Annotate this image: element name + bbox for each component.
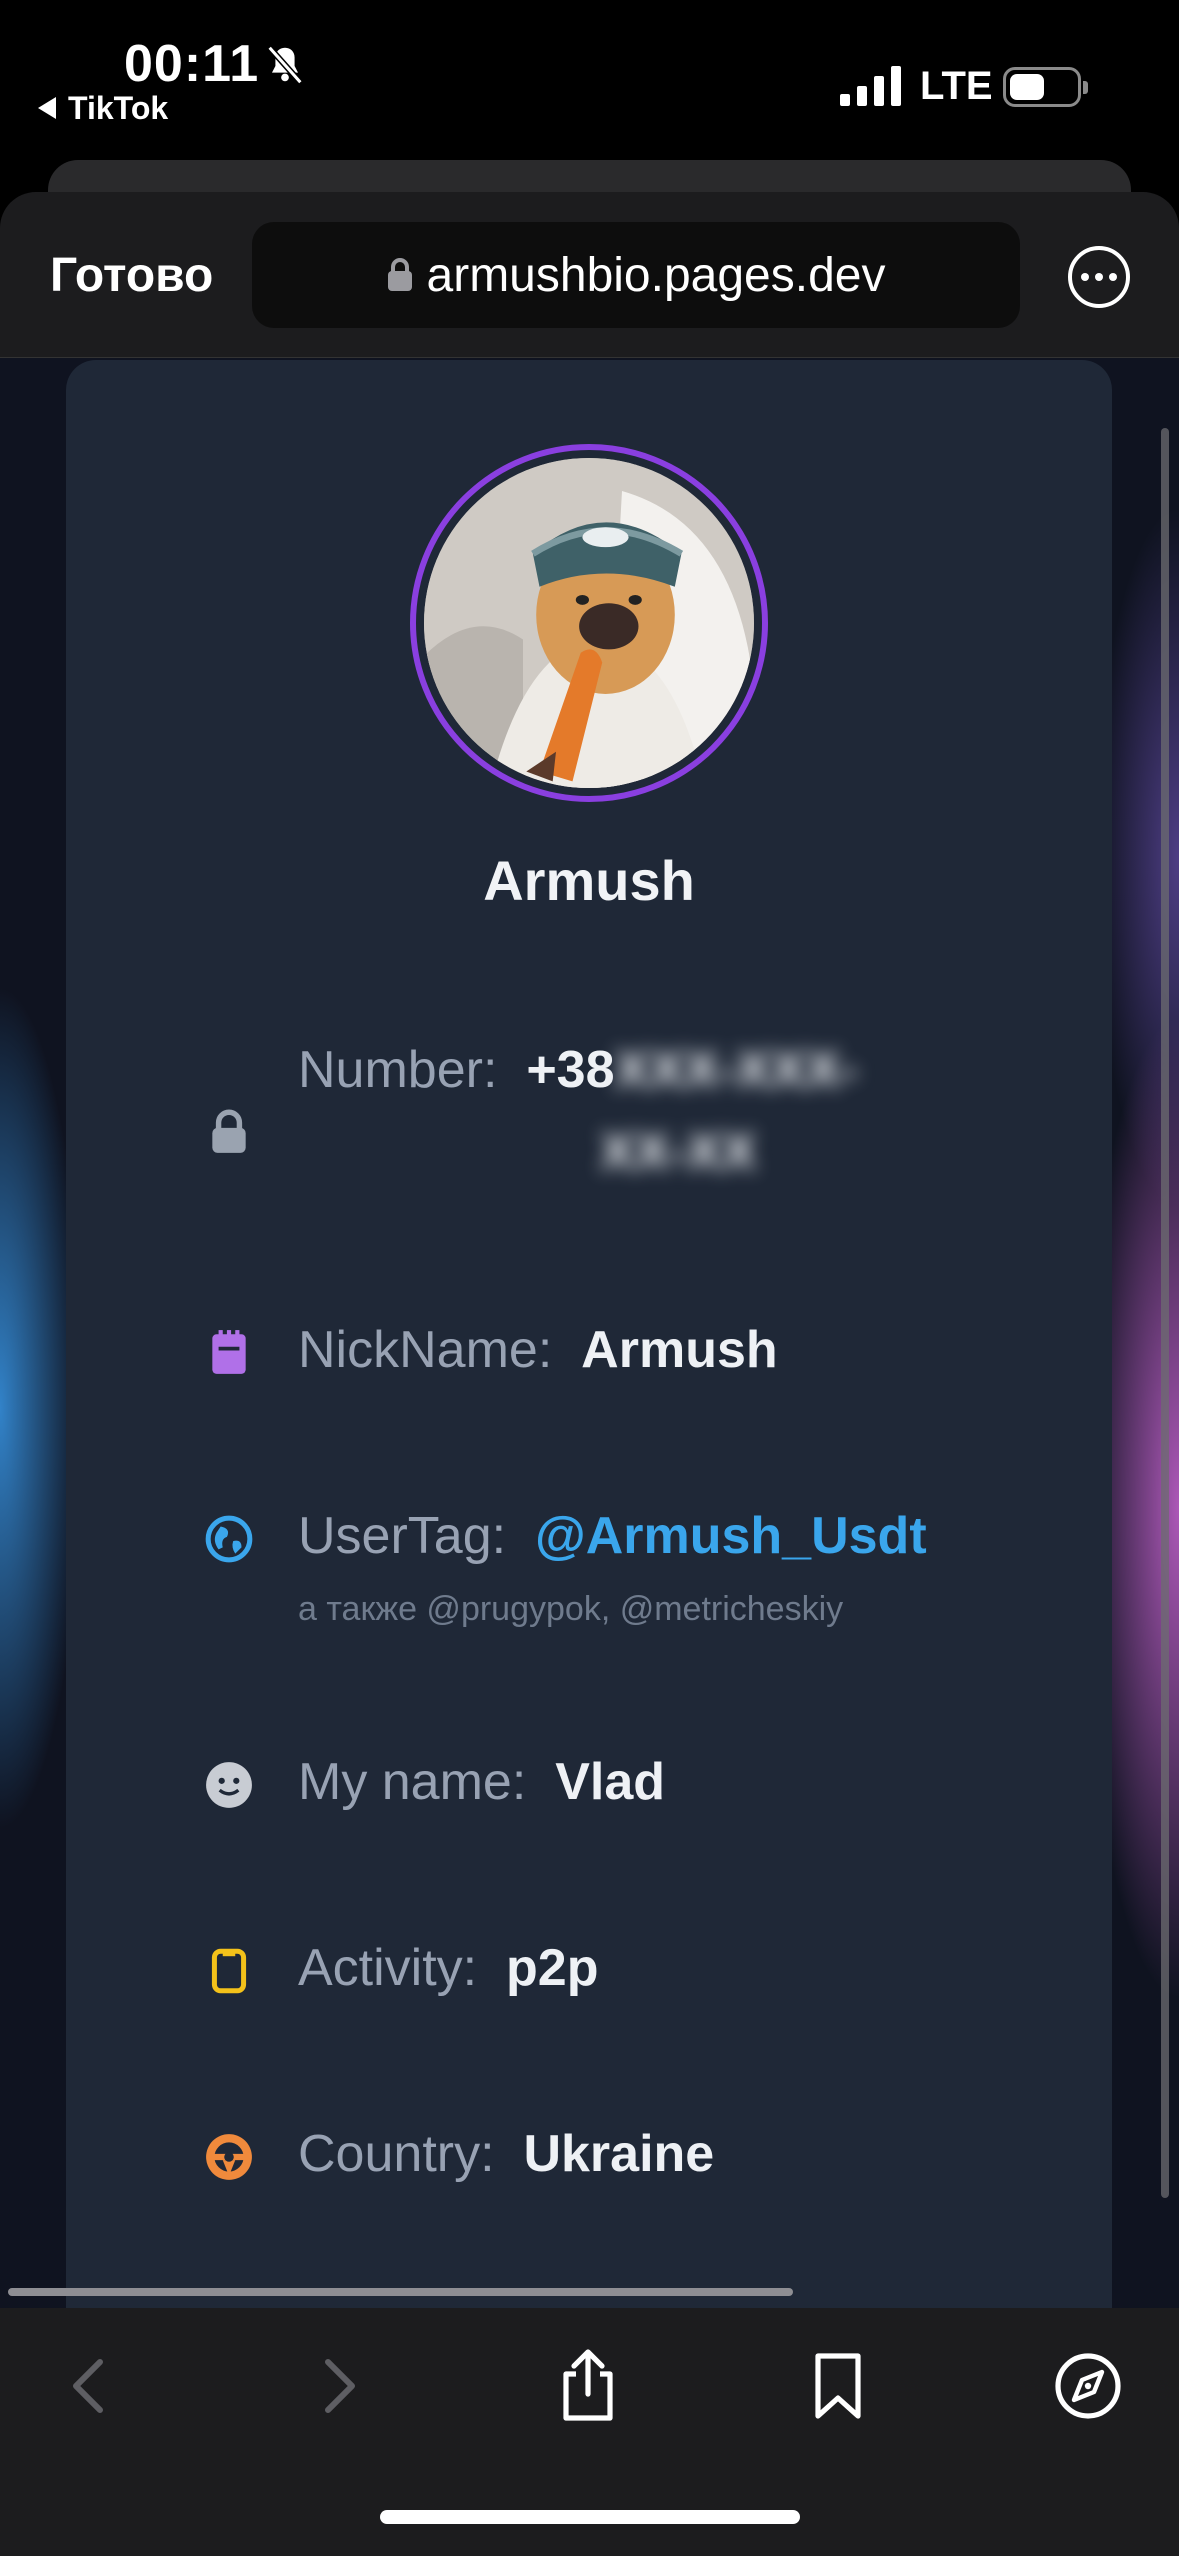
avatar-ring — [410, 444, 768, 802]
number-label: Number: +38XXX-XXX- — [298, 1040, 857, 1100]
myname-label: My name: Vlad — [298, 1752, 665, 1812]
nickname-value: Armush — [581, 1321, 778, 1379]
status-bar: 00:11 TikTok LTE — [0, 0, 1179, 170]
number-hidden-2: XX-XX — [600, 1123, 757, 1181]
number-hidden-line: XX-XX — [600, 1122, 756, 1182]
notepad-icon — [212, 1330, 246, 1374]
battery-icon — [1003, 67, 1088, 107]
usertag-key: UserTag: — [298, 1507, 507, 1565]
back-app-label: TikTok — [68, 90, 169, 126]
done-button[interactable]: Готово — [50, 248, 213, 303]
back-triangle-icon — [38, 97, 56, 119]
web-content: Armush Number: +38XXX-XXX- XX-XX NickNam… — [0, 358, 1179, 2308]
usertag-link[interactable]: @Armush_Usdt — [535, 1507, 927, 1565]
signal-icon — [840, 66, 901, 106]
back-to-app-link[interactable]: TikTok — [38, 90, 168, 127]
number-value: +38 — [526, 1041, 615, 1099]
avatar[interactable] — [424, 458, 754, 788]
activity-key: Activity: — [298, 1939, 478, 1997]
network-type: LTE — [920, 64, 993, 108]
bell-off-icon — [267, 45, 303, 85]
url-text: armushbio.pages.dev — [426, 248, 886, 302]
phone-icon — [211, 1948, 247, 1994]
myname-value: Vlad — [555, 1753, 666, 1811]
steering-wheel-icon — [206, 2134, 252, 2180]
smiley-icon — [206, 1762, 252, 1808]
compass-icon[interactable] — [1048, 2346, 1128, 2426]
activity-value: p2p — [506, 1939, 599, 1997]
home-indicator[interactable] — [380, 2510, 800, 2524]
number-key: Number: — [298, 1041, 498, 1099]
country-label: Country: Ukraine — [298, 2124, 714, 2184]
lock-icon — [212, 1109, 246, 1153]
back-icon[interactable] — [50, 2346, 130, 2426]
myname-key: My name: — [298, 1753, 527, 1811]
horizontal-scrollbar[interactable] — [8, 2288, 793, 2296]
usertag-also: а также @prugypok, @metricheskiy — [298, 1590, 844, 1628]
lock-icon — [387, 258, 412, 291]
share-icon[interactable] — [548, 2346, 628, 2426]
globe-icon — [205, 1515, 253, 1563]
country-key: Country: — [298, 2125, 495, 2183]
forward-icon[interactable] — [298, 2346, 378, 2426]
vertical-scrollbar[interactable] — [1161, 428, 1169, 2198]
status-time: 00:11 — [124, 35, 260, 93]
country-value: Ukraine — [523, 2125, 715, 2183]
browser-header: Готово armushbio.pages.dev — [0, 192, 1179, 358]
profile-card: Armush Number: +38XXX-XXX- XX-XX NickNam… — [66, 360, 1112, 2308]
activity-label: Activity: p2p — [298, 1938, 599, 1998]
nickname-label: NickName: Armush — [298, 1320, 778, 1380]
bookmarks-icon[interactable] — [798, 2346, 878, 2426]
url-bar[interactable]: armushbio.pages.dev — [252, 222, 1020, 328]
profile-name: Armush — [483, 849, 695, 912]
number-hidden-1: XXX-XXX- — [614, 1041, 858, 1099]
usertag-label: UserTag: @Armush_Usdt — [298, 1506, 927, 1566]
nickname-key: NickName: — [298, 1321, 553, 1379]
dog-avatar-image — [424, 458, 754, 788]
ellipsis-circle-icon[interactable] — [1068, 246, 1130, 308]
